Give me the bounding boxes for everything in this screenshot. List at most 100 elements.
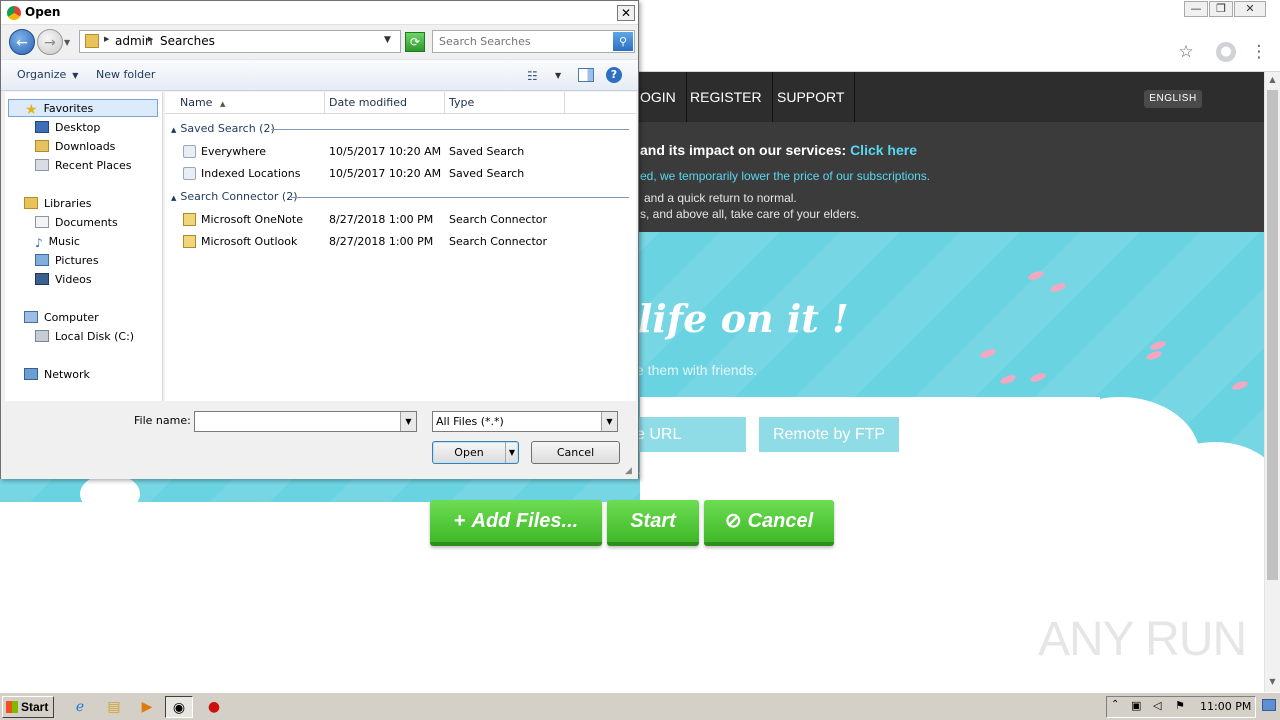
nav-pictures[interactable]: Pictures — [35, 252, 99, 270]
star-icon[interactable]: ☆ — [1175, 41, 1197, 63]
file-date: 10/5/2017 10:20 AM — [329, 145, 442, 158]
file-name-input[interactable] — [195, 412, 400, 431]
search-input[interactable] — [435, 32, 613, 51]
nav-music[interactable]: ♪ Music — [35, 233, 80, 251]
page-scrollbar[interactable]: ▲ ▼ — [1264, 72, 1280, 692]
chrome-icon[interactable]: ◉ — [165, 696, 193, 718]
column-date[interactable]: Date modified — [325, 92, 445, 114]
recent-locations-icon[interactable]: ▼ — [64, 38, 70, 47]
network-tray-icon[interactable]: ▣ — [1131, 699, 1141, 712]
nav-desktop[interactable]: Desktop — [35, 119, 100, 137]
views-icon[interactable]: ☷ — [527, 69, 538, 83]
cancel-button[interactable]: Cancel — [531, 441, 620, 464]
file-type: Saved Search — [449, 167, 525, 180]
preview-pane-icon[interactable] — [578, 68, 594, 82]
media-player-icon[interactable]: ▶ — [133, 696, 161, 718]
forward-button[interactable]: → — [37, 29, 63, 55]
column-type[interactable]: Type — [445, 92, 565, 114]
column-extra[interactable] — [565, 92, 636, 114]
breadcrumb-searches[interactable]: Searches — [160, 34, 215, 48]
nav-local-disk[interactable]: Local Disk (C:) — [35, 328, 134, 346]
file-type-select[interactable]: All Files (*.*) ▼ — [432, 411, 618, 432]
add-files-button[interactable]: + Add Files... — [430, 500, 602, 546]
show-desktop-icon[interactable] — [1262, 699, 1276, 711]
remote-ftp-button[interactable]: Remote by FTP — [759, 417, 900, 452]
url-upload-button[interactable]: e URL upload — [636, 417, 746, 478]
table-row[interactable]: Microsoft OneNote 8/27/2018 1:00 PM Sear… — [181, 210, 633, 230]
chevron-down-icon[interactable]: ▼ — [601, 412, 617, 431]
scroll-thumb[interactable] — [1267, 90, 1278, 580]
chevron-right-icon[interactable]: ▶ — [148, 35, 153, 43]
minimize-button[interactable]: — — [1184, 1, 1208, 17]
organize-menu[interactable]: Organize ▼ — [17, 68, 78, 81]
file-name: Microsoft OneNote — [201, 213, 303, 226]
chevron-down-icon[interactable]: ▼ — [400, 412, 416, 431]
column-name[interactable]: Name ▲ — [165, 92, 325, 114]
nav-documents[interactable]: Documents — [35, 214, 118, 232]
restore-button[interactable]: ❐ — [1209, 1, 1233, 17]
search-icon[interactable]: ⚲ — [613, 32, 633, 51]
ie-icon[interactable]: ℯ — [66, 696, 94, 718]
anyrun-watermark: ANY RUN — [1038, 613, 1247, 666]
kebab-menu-icon[interactable]: ⋮ — [1248, 41, 1270, 63]
chevron-down-icon[interactable]: ▼ — [384, 35, 391, 45]
table-row[interactable]: Microsoft Outlook 8/27/2018 1:00 PM Sear… — [181, 232, 633, 252]
computer-label: Computer — [44, 311, 99, 324]
tray-expand-icon[interactable]: ⌃ — [1111, 699, 1119, 710]
nav-downloads[interactable]: Downloads — [35, 138, 115, 156]
file-name: Microsoft Outlook — [201, 235, 298, 248]
notice-line-3: and a quick return to normal. — [644, 191, 797, 205]
file-type: Saved Search — [449, 145, 525, 158]
chevron-right-icon[interactable]: ▶ — [104, 35, 109, 43]
group-header[interactable]: ▲ Saved Search (2) — [171, 122, 275, 138]
file-date: 8/27/2018 1:00 PM — [329, 235, 434, 248]
nav-computer[interactable]: Computer — [24, 309, 99, 327]
start-button[interactable]: Start — [2, 696, 54, 718]
nav-favorites[interactable]: ★ Favorites — [8, 99, 158, 118]
language-selector[interactable]: ENGLISH — [1144, 90, 1202, 108]
file-name: Everywhere — [201, 145, 267, 158]
stop-icon[interactable]: ● — [200, 696, 228, 718]
dialog-close-button[interactable]: ✕ — [617, 5, 635, 21]
avatar-icon[interactable]: ● — [1216, 42, 1236, 62]
breadcrumb-admin[interactable]: admin — [115, 34, 153, 48]
flag-icon[interactable]: ⚑ — [1175, 699, 1185, 712]
group-divider — [271, 129, 629, 130]
back-button[interactable]: ← — [9, 29, 35, 55]
scroll-down-icon[interactable]: ▼ — [1265, 674, 1280, 690]
cancel-upload-button[interactable]: ⊘ Cancel — [704, 500, 834, 546]
scroll-up-icon[interactable]: ▲ — [1265, 72, 1280, 88]
nav-videos[interactable]: Videos — [35, 271, 92, 289]
start-label: Start — [21, 700, 49, 714]
nav-register[interactable]: REGISTER — [680, 72, 773, 122]
clock[interactable]: 11:00 PM — [1200, 698, 1251, 716]
chevron-down-icon[interactable]: ▼ — [555, 71, 561, 80]
start-upload-button[interactable]: Start — [607, 500, 699, 546]
nav-libraries[interactable]: Libraries — [24, 195, 92, 213]
resize-grip-icon[interactable]: ◢ — [625, 466, 632, 476]
volume-icon[interactable]: ◁ — [1153, 699, 1161, 712]
nav-network[interactable]: Network — [24, 366, 90, 384]
group-divider — [291, 197, 629, 198]
breadcrumb[interactable]: ▶ admin ▶ Searches ▼ — [79, 30, 401, 53]
click-here-link[interactable]: Click here — [850, 142, 917, 158]
refresh-button[interactable]: ⟳ — [405, 32, 425, 52]
window-close-button[interactable]: ✕ — [1234, 1, 1266, 17]
open-button[interactable]: Open ▼ — [432, 441, 519, 464]
sort-up-icon: ▲ — [219, 100, 226, 108]
nav-recent-places[interactable]: Recent Places — [35, 157, 132, 175]
new-folder-button[interactable]: New folder — [96, 68, 155, 81]
nav-support[interactable]: SUPPORT — [767, 72, 856, 122]
open-options-icon[interactable]: ▼ — [505, 442, 518, 463]
table-row[interactable]: Indexed Locations 10/5/2017 10:20 AM Sav… — [181, 164, 633, 184]
explorer-icon[interactable]: ▤ — [100, 696, 128, 718]
search-field[interactable]: ⚲ — [432, 30, 635, 53]
table-row[interactable]: Everywhere 10/5/2017 10:20 AM Saved Sear… — [181, 142, 633, 162]
libraries-icon — [24, 197, 38, 209]
address-bar[interactable] — [640, 38, 1200, 66]
cancel-upload-label: Cancel — [747, 510, 814, 532]
file-name-combobox[interactable]: ▼ — [194, 411, 417, 432]
help-icon[interactable]: ? — [606, 67, 622, 83]
documents-label: Documents — [55, 216, 118, 229]
group-header[interactable]: ▲ Search Connector (2) — [171, 190, 298, 206]
